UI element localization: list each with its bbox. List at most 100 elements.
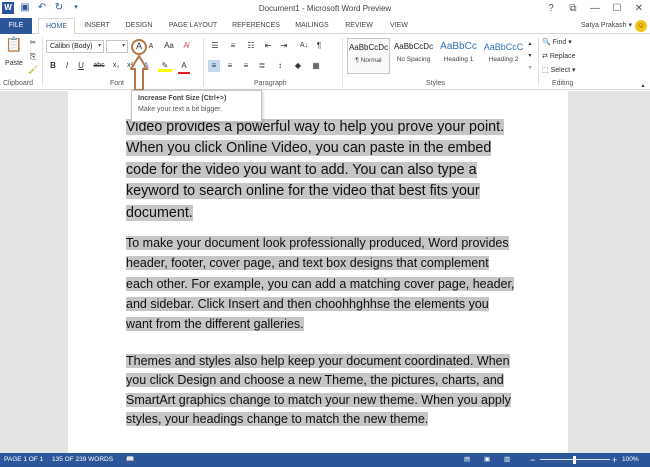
paragraph-text: Themes and styles also help keep your do… <box>126 354 511 427</box>
style-preview: AaBbCcDc <box>348 43 389 52</box>
separator <box>42 38 43 86</box>
numbering-icon[interactable]: ≡ <box>226 40 240 52</box>
style-no-spacing[interactable]: AaBbCcDc No Spacing <box>392 38 435 74</box>
decrease-indent-icon[interactable]: ⇤ <box>262 40 274 52</box>
select-label: Select ▾ <box>550 67 576 74</box>
font-family-value: Calibri (Body) <box>50 43 93 50</box>
tooltip-title: Increase Font Size (Ctrl+>) <box>138 95 227 102</box>
tab-view[interactable]: VIEW <box>384 18 414 34</box>
tab-file[interactable]: FILE <box>0 18 32 34</box>
style-preview: AaBbCcDc <box>393 42 434 51</box>
multilevel-list-icon[interactable]: ☷ <box>244 40 258 52</box>
increase-indent-icon[interactable]: ⇥ <box>278 40 290 52</box>
web-layout-icon[interactable]: ▥ <box>504 453 510 467</box>
font-color-button[interactable]: A <box>178 60 190 74</box>
styles-group-label: Styles <box>426 80 446 87</box>
close-button[interactable]: ✕ <box>628 0 650 18</box>
tab-design[interactable]: DESIGN <box>120 18 158 34</box>
style-normal[interactable]: AaBbCcDc ¶ Normal <box>347 38 390 74</box>
tooltip: Increase Font Size (Ctrl+>) Make your te… <box>131 90 262 122</box>
style-name: ¶ Normal <box>355 57 382 64</box>
read-mode-icon[interactable]: ▤ <box>464 453 470 467</box>
document-paragraph[interactable]: Video provides a powerful way to help yo… <box>126 117 516 224</box>
tab-home[interactable]: HOME <box>38 18 75 35</box>
word-count[interactable]: 135 OF 239 WORDS <box>52 453 113 467</box>
font-size-combo[interactable]: ▾ <box>106 40 128 53</box>
style-preview: AaBbCcC <box>483 42 524 52</box>
paste-button[interactable]: Paste <box>2 58 26 70</box>
document-paragraph[interactable]: To make your document look professionall… <box>126 233 516 334</box>
sort-icon[interactable]: A↓ <box>298 40 310 52</box>
find-icon: 🔍 <box>542 39 551 46</box>
chevron-down-icon: ▾ <box>121 43 125 49</box>
style-heading-2[interactable]: AaBbCcC Heading 2 <box>482 38 525 74</box>
justify-icon[interactable]: ≣ <box>256 60 268 72</box>
tab-insert[interactable]: INSERT <box>78 18 116 34</box>
style-name: No Spacing <box>396 56 431 63</box>
paste-icon[interactable]: 📋 <box>4 37 24 56</box>
print-layout-icon[interactable]: ▣ <box>484 453 490 467</box>
change-case-button[interactable]: Aa <box>162 40 176 52</box>
chevron-down-icon: ▾ <box>97 43 101 49</box>
separator <box>538 38 539 86</box>
zoom-out-button[interactable]: − <box>530 453 535 467</box>
maximize-button[interactable]: ☐ <box>606 0 628 18</box>
bullets-icon[interactable]: ☰ <box>208 40 222 52</box>
ribbon-home: 📋 Paste ✂ ⎘ 🖌 Clipboard Calibri (Body) ▾… <box>0 34 650 90</box>
style-preview: AaBbCc <box>440 41 477 52</box>
align-center-icon[interactable]: ≡ <box>224 60 236 72</box>
tab-references[interactable]: REFERENCES <box>228 18 284 34</box>
bold-button[interactable]: B <box>48 60 58 72</box>
align-left-icon[interactable]: ≡ <box>208 60 220 72</box>
select-icon: ⬚ <box>542 67 549 74</box>
replace-button[interactable]: ⇄ Replace <box>542 52 576 60</box>
select-button[interactable]: ⬚ Select ▾ <box>542 66 576 74</box>
italic-button[interactable]: I <box>62 60 72 72</box>
format-painter-icon[interactable]: 🖌 <box>28 64 38 76</box>
ribbon-display-button[interactable]: ⧉ <box>562 0 584 18</box>
window-controls: ? ⧉ — ☐ ✕ <box>540 0 650 18</box>
editing-group-label: Editing <box>552 80 574 87</box>
proofing-icon[interactable]: 📖 <box>126 453 134 467</box>
user-name[interactable]: Satya Prakash ▾ <box>581 21 632 29</box>
feedback-smiley-icon[interactable]: ☺ <box>635 20 647 32</box>
borders-icon[interactable]: ▦ <box>310 60 322 72</box>
tab-page-layout[interactable]: PAGE LAYOUT <box>164 18 222 34</box>
help-button[interactable]: ? <box>540 0 562 18</box>
document-paragraph[interactable]: Themes and styles also help keep your do… <box>126 352 516 430</box>
shading-icon[interactable]: ◆ <box>292 60 304 72</box>
zoom-level[interactable]: 100% <box>622 453 639 467</box>
title-bar: W ▣ ↶ ↻ ▾ Document1 - Microsoft Word Pre… <box>0 0 650 18</box>
minimize-button[interactable]: — <box>584 0 606 18</box>
find-label: Find ▾ <box>552 39 572 46</box>
status-bar: PAGE 1 OF 1 135 OF 239 WORDS 📖 ▤ ▣ ▥ − +… <box>0 453 650 467</box>
zoom-in-button[interactable]: + <box>612 453 617 467</box>
tooltip-description: Make your text a bit bigger. <box>138 106 223 113</box>
line-spacing-icon[interactable]: ↕ <box>274 60 286 72</box>
align-right-icon[interactable]: ≡ <box>240 60 252 72</box>
paragraph-text: To make your document look professionall… <box>126 236 515 332</box>
underline-button[interactable]: U <box>76 60 86 72</box>
font-group-label: Font <box>110 80 125 87</box>
ribbon-tabs: FILE HOME INSERT DESIGN PAGE LAYOUT REFE… <box>0 18 650 35</box>
style-heading-1[interactable]: AaBbCc Heading 1 <box>437 38 480 74</box>
separator <box>203 38 204 86</box>
page-count[interactable]: PAGE 1 OF 1 <box>4 453 43 467</box>
zoom-slider-thumb[interactable] <box>573 456 576 464</box>
strikethrough-button[interactable]: abc <box>92 60 106 72</box>
highlight-icon[interactable]: ✎ <box>158 60 172 72</box>
font-family-combo[interactable]: Calibri (Body) ▾ <box>46 40 104 53</box>
clipboard-group-label: Clipboard <box>3 80 33 87</box>
clear-formatting-icon[interactable]: A̸ <box>180 40 192 52</box>
tab-mailings[interactable]: MAILINGS <box>290 18 334 34</box>
replace-icon: ⇄ <box>542 53 548 60</box>
styles-scroll-icon[interactable]: ▴ ▾ ▿ <box>526 38 534 74</box>
style-name: Heading 1 <box>443 56 474 63</box>
copy-icon[interactable]: ⎘ <box>28 51 38 63</box>
cut-icon[interactable]: ✂ <box>28 37 38 49</box>
paragraph-group-label: Paragraph <box>254 80 287 87</box>
find-button[interactable]: 🔍 Find ▾ <box>542 38 572 46</box>
show-marks-button[interactable]: ¶ <box>314 40 324 52</box>
subscript-button[interactable]: x₂ <box>110 60 122 72</box>
tab-review[interactable]: REVIEW <box>340 18 378 34</box>
